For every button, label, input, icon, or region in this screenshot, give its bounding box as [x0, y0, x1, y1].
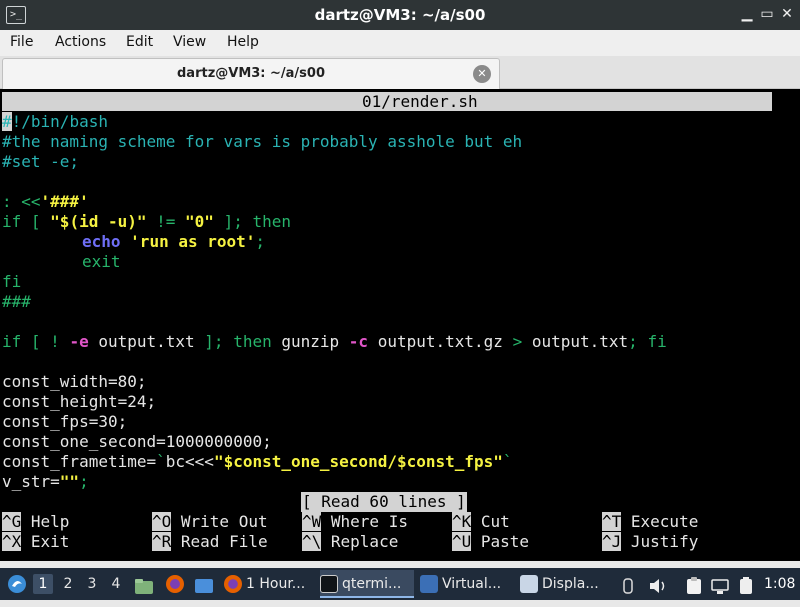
terminal-area[interactable]: GNU nano 5.6.1 01/render.sh #!/bin/bash … — [0, 89, 800, 561]
code-line-16: const_fps=30; — [2, 412, 128, 431]
network-icon[interactable] — [710, 575, 730, 594]
firefox-launcher-icon[interactable] — [165, 574, 185, 594]
task-virtualbox[interactable]: Virtual... — [420, 570, 514, 598]
shortcut-cut[interactable]: ^K Cut — [452, 512, 510, 532]
workspace-2[interactable]: 2 — [58, 574, 78, 594]
task-firefox[interactable]: 1 Hour... — [224, 570, 316, 598]
terminal-tab[interactable]: dartz@VM3: ~/a/s00 ✕ — [2, 58, 500, 89]
code-line-18: const_frametime=`bc<<<"$const_one_second… — [2, 452, 513, 471]
minimize-button[interactable]: ▁ — [738, 5, 756, 23]
shortcut-exit[interactable]: ^X Exit — [2, 532, 69, 552]
workspace-1[interactable]: 1 — [33, 574, 53, 594]
shortcut-paste[interactable]: ^U Paste — [452, 532, 529, 552]
code-line-2: #the naming scheme for vars is probably … — [2, 132, 523, 151]
taskbar: 1 2 3 4 1 Hour... qtermi... Virtual... D… — [0, 568, 800, 600]
code-line-7: echo 'run as root'; — [82, 232, 266, 251]
maximize-button[interactable]: ▭ — [758, 5, 776, 23]
task-display[interactable]: Displa... — [520, 570, 614, 598]
close-tab-icon[interactable]: ✕ — [473, 65, 491, 83]
code-line-6: if [ "$(id -u)" != "0" ]; then — [2, 212, 291, 231]
display-icon — [520, 575, 538, 593]
shortcut-read-file[interactable]: ^R Read File — [152, 532, 268, 552]
menu-bar: File Actions Edit View Help — [0, 30, 800, 56]
shortcut-where-is[interactable]: ^W Where Is — [302, 512, 408, 532]
code-line-1: #!/bin/bash — [2, 112, 108, 131]
code-line-15: const_height=24; — [2, 392, 157, 411]
shortcut-write-out[interactable]: ^O Write Out — [152, 512, 268, 532]
battery-icon[interactable] — [736, 575, 756, 594]
file-manager-launcher-icon[interactable] — [134, 575, 154, 594]
text-cursor: # — [2, 112, 12, 131]
nano-status-message: [ Read 60 lines ] — [301, 492, 467, 512]
menu-file[interactable]: File — [10, 34, 33, 50]
code-line-14: const_width=80; — [2, 372, 147, 391]
code-line-17: const_one_second=1000000000; — [2, 432, 272, 451]
tab-strip: dartz@VM3: ~/a/s00 ✕ — [0, 56, 800, 89]
task-qterminal[interactable]: qtermi... — [320, 570, 414, 598]
code-line-3: #set -e; — [2, 152, 80, 171]
nano-header: GNU nano 5.6.1 01/render.sh — [2, 92, 772, 130]
workspace-3[interactable]: 3 — [82, 574, 102, 594]
window-titlebar: >_ dartz@VM3: ~/a/s00 ▁ ▭ ✕ — [0, 0, 800, 30]
nano-filename: 01/render.sh — [362, 92, 478, 111]
clipboard-icon[interactable] — [684, 575, 704, 594]
volume-icon[interactable] — [648, 575, 668, 593]
shortcut-justify[interactable]: ^J Justify — [602, 532, 698, 552]
firefox-icon — [224, 575, 242, 593]
shortcut-execute[interactable]: ^T Execute — [602, 512, 698, 532]
window-launcher-icon[interactable] — [194, 575, 214, 593]
start-menu-icon[interactable] — [6, 573, 28, 595]
shortcut-help[interactable]: ^G Help — [2, 512, 69, 532]
code-line-10: ### — [2, 292, 31, 311]
code-line-19: v_str=""; — [2, 472, 89, 491]
code-line-9: fi — [2, 272, 22, 291]
menu-view[interactable]: View — [173, 34, 206, 50]
menu-actions[interactable]: Actions — [55, 34, 106, 50]
workspace-4[interactable]: 4 — [106, 574, 126, 594]
terminal-icon — [320, 575, 338, 593]
scroll-indicator-icon — [622, 575, 634, 594]
menu-edit[interactable]: Edit — [126, 34, 153, 50]
menu-help[interactable]: Help — [227, 34, 259, 50]
virtualbox-icon — [420, 575, 438, 593]
code-line-12: if [ ! -e output.txt ]; then gunzip -c o… — [2, 332, 667, 351]
code-line-5: : <<'###' — [2, 192, 89, 211]
code-line-8: exit — [82, 252, 121, 271]
tab-label: dartz@VM3: ~/a/s00 — [176, 66, 326, 81]
clock[interactable]: 1:08 — [764, 568, 795, 600]
window-title: dartz@VM3: ~/a/s00 — [314, 6, 486, 24]
shortcut-replace[interactable]: ^\ Replace — [302, 532, 398, 552]
close-window-button[interactable]: ✕ — [778, 5, 796, 23]
